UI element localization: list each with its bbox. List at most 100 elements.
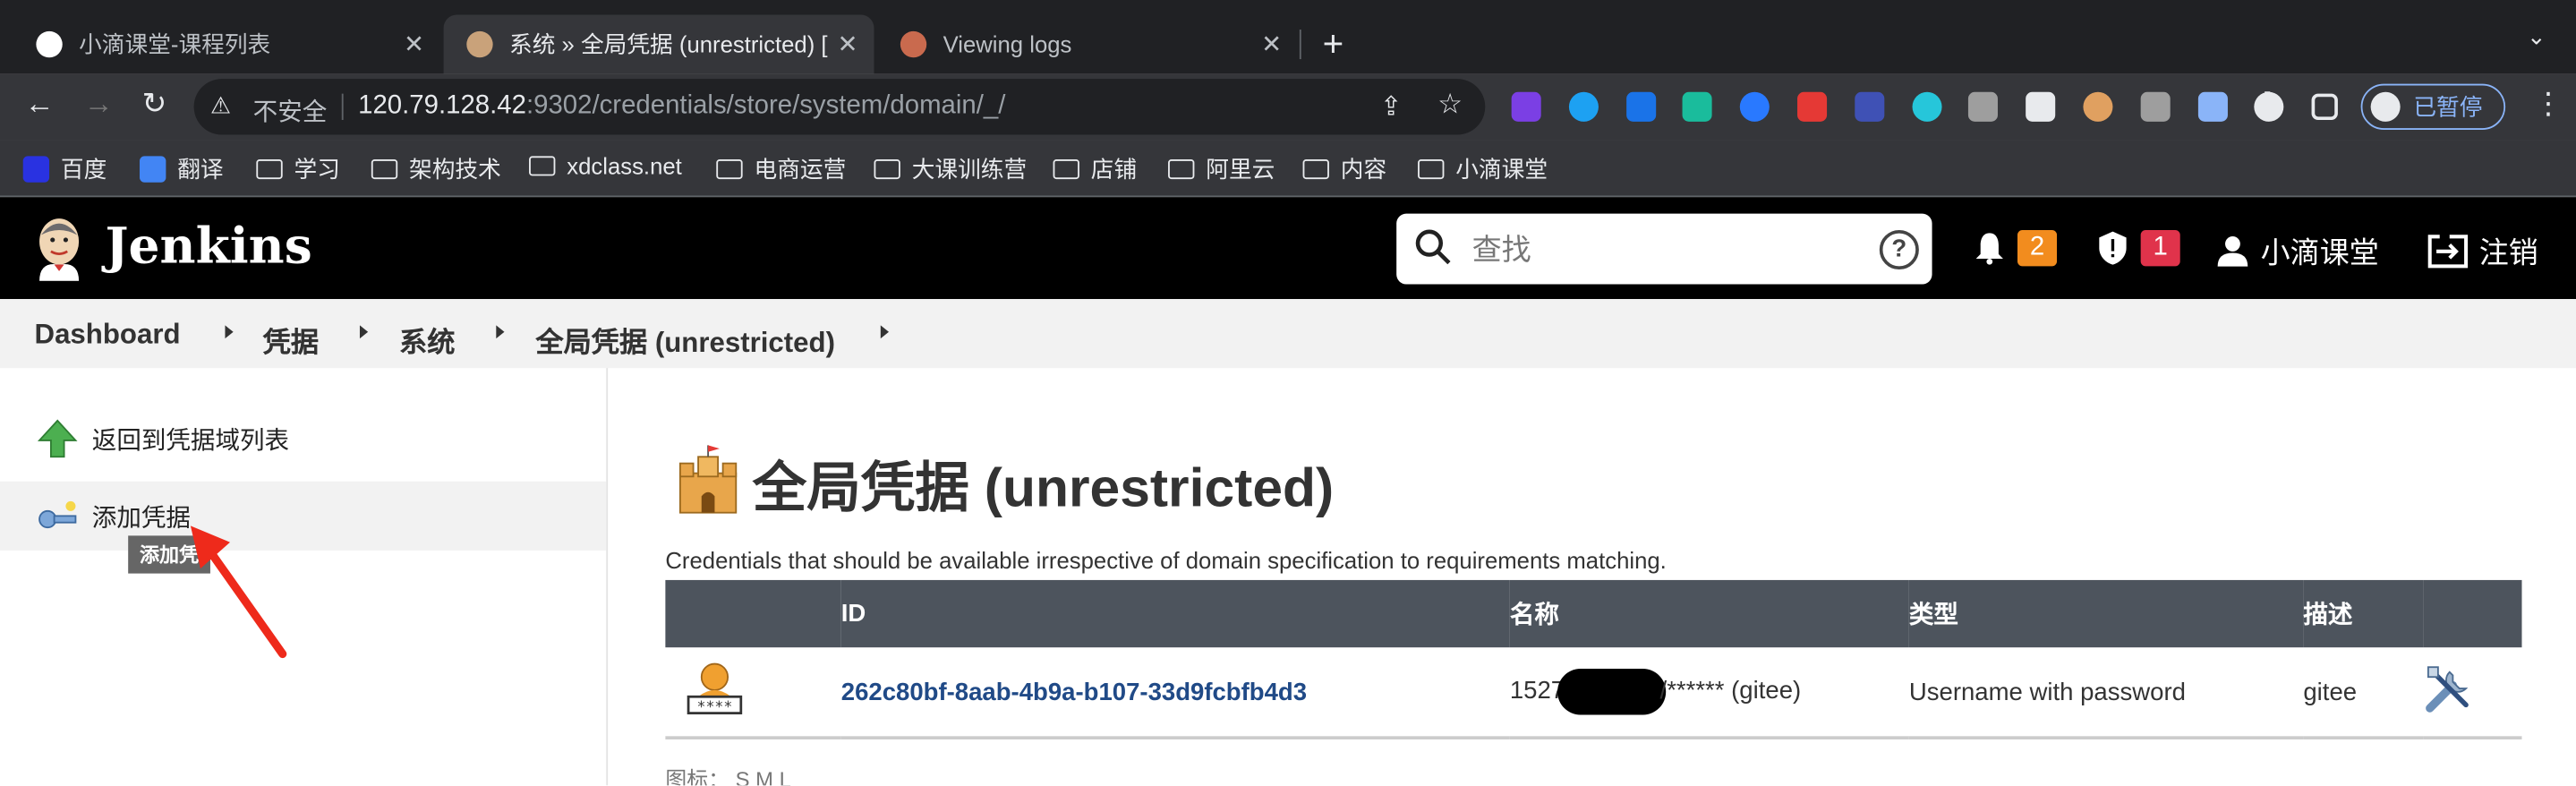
notifications-button[interactable]: 2: [1972, 229, 2058, 267]
browser-menu-icon[interactable]: ⋮: [2533, 87, 2563, 122]
browser-tab-1[interactable]: 系统 » 全局凭据 (unrestricted) [ ✕: [443, 14, 874, 74]
back-arrow-icon[interactable]: ←: [20, 87, 59, 122]
breadcrumb-arrow-icon[interactable]: [225, 325, 234, 339]
new-tab-button[interactable]: +: [1323, 23, 1344, 66]
address-bar[interactable]: ⚠ 不安全 120.79.128.42:9302/credentials/sto…: [193, 79, 1486, 135]
breadcrumb-arrow-icon[interactable]: [880, 325, 890, 339]
bookmark-8[interactable]: 阿里云: [1168, 153, 1275, 186]
credential-id-link[interactable]: 262c80bf-8aab-4b9a-b107-33d9fcbfb4d3: [841, 678, 1307, 705]
avatar-icon: [2370, 91, 2401, 122]
task-add-credentials[interactable]: 添加凭据: [0, 481, 607, 551]
up-arrow-icon: [37, 419, 78, 458]
breadcrumb-global-domain[interactable]: 全局凭据 (unrestricted): [535, 319, 835, 360]
breadcrumb-system[interactable]: 系统: [399, 319, 455, 360]
extension-icon[interactable]: [1740, 91, 1770, 122]
extension-icon[interactable]: [2026, 91, 2056, 122]
extension-icon[interactable]: [2197, 91, 2228, 122]
extension-icon[interactable]: [1625, 91, 1656, 122]
breadcrumb: Dashboard 凭据 系统 全局凭据 (unrestricted): [0, 299, 2576, 369]
search-input[interactable]: [1468, 226, 1854, 273]
tab-title: 系统 » 全局凭据 (unrestricted) [: [509, 30, 828, 58]
column-header-id[interactable]: ID: [840, 579, 1510, 648]
bookmarks-bar: 百度 翻译 学习 架构技术 xdclass.net 电商运营 大课训练营 店铺 …: [0, 140, 2576, 198]
column-header-name[interactable]: 名称: [1509, 579, 1909, 648]
bookmark-10[interactable]: 小滴课堂: [1418, 153, 1548, 186]
bookmark-star-icon[interactable]: ☆: [1437, 89, 1463, 122]
breadcrumb-arrow-icon[interactable]: [496, 325, 505, 339]
task-label: 添加凭据: [91, 503, 191, 532]
column-header-type[interactable]: 类型: [1908, 579, 2304, 648]
bookmark-1[interactable]: 翻译: [140, 153, 224, 186]
user-menu[interactable]: 小滴课堂: [2214, 230, 2379, 273]
jenkins-header: Jenkins ? 2 1 小滴课堂 注销: [0, 197, 2576, 300]
extension-icon[interactable]: [2083, 91, 2113, 122]
translate-icon: [140, 156, 166, 183]
bookmark-2[interactable]: 学习: [256, 153, 340, 186]
user-icon: [2217, 236, 2248, 267]
bookmark-label: 小滴课堂: [1455, 156, 1548, 183]
bookmark-label: 电商运营: [754, 156, 847, 183]
breadcrumb-dashboard[interactable]: Dashboard: [35, 319, 181, 352]
extension-icon[interactable]: [1911, 91, 1941, 122]
url-text[interactable]: 120.79.128.42:9302/credentials/store/sys…: [358, 92, 1005, 122]
task-back-to-domains[interactable]: 返回到凭据域列表: [0, 405, 606, 474]
bookmark-5[interactable]: 电商运营: [716, 153, 846, 186]
extension-icon[interactable]: [1683, 91, 1713, 122]
bookmark-9[interactable]: 内容: [1302, 153, 1387, 186]
extension-icon[interactable]: [2140, 91, 2171, 122]
url-host: 120.79.128.42: [358, 91, 526, 120]
breadcrumb-arrow-icon[interactable]: [359, 325, 369, 339]
reload-icon[interactable]: ↻: [135, 87, 175, 122]
column-header-description[interactable]: 描述: [2303, 579, 2424, 648]
column-header-actions: [2423, 579, 2522, 648]
share-icon[interactable]: ⇪: [1380, 90, 1403, 124]
table-header-row: ID 名称 类型 描述: [665, 579, 2522, 648]
bookmark-label: xdclass.net: [567, 152, 682, 180]
bell-icon: [1975, 233, 2003, 265]
extension-icon[interactable]: [1568, 91, 1599, 122]
security-count-badge: 1: [2140, 229, 2180, 267]
user-name: 小滴课堂: [2260, 236, 2379, 270]
bookmark-7[interactable]: 店铺: [1053, 153, 1138, 186]
castle-icon: [678, 445, 738, 514]
bookmark-label: 内容: [1340, 156, 1387, 183]
forward-arrow-icon[interactable]: →: [79, 87, 118, 122]
logout-button[interactable]: 注销: [2427, 230, 2538, 273]
tab-search-chevron-icon[interactable]: ⌄: [2527, 23, 2546, 51]
side-panel: 返回到凭据域列表 添加凭据: [0, 368, 609, 786]
breadcrumb-credentials[interactable]: 凭据: [263, 319, 319, 360]
credentials-table: ID 名称 类型 描述 **** 262c80bf-8aab-4b9a-b107…: [665, 579, 2522, 739]
tab-title: 小滴课堂-课程列表: [79, 30, 271, 58]
tab-close-icon[interactable]: ✕: [397, 30, 431, 59]
profile-button[interactable]: 已暂停: [2360, 83, 2506, 131]
bookmark-3[interactable]: 架构技术: [371, 153, 501, 186]
tab-close-icon[interactable]: ✕: [1255, 30, 1288, 59]
credential-type-cell: ****: [665, 647, 841, 739]
configure-wrench-screwdriver-icon[interactable]: [2423, 662, 2476, 715]
extension-icon[interactable]: [1854, 91, 1884, 122]
credential-id-cell: 262c80bf-8aab-4b9a-b107-33d9fcbfb4d3: [840, 647, 1510, 739]
credential-name-cell: 1527 /****** (gitee): [1509, 647, 1909, 739]
extension-icon[interactable]: [1797, 91, 1828, 122]
icon-size-legend: 图标： S M L: [665, 767, 791, 786]
baidu-icon: [22, 156, 50, 183]
table-row: **** 262c80bf-8aab-4b9a-b107-33d9fcbfb4d…: [665, 647, 2522, 739]
bookmark-6[interactable]: 大课训练营: [874, 153, 1027, 186]
bookmark-label: 店铺: [1090, 156, 1138, 183]
extensions-puzzle-icon[interactable]: ✚: [2256, 87, 2285, 118]
side-panel-icon[interactable]: [2311, 93, 2338, 120]
tab-separator: [1299, 30, 1301, 60]
tab-favicon-icon: [36, 30, 63, 58]
extension-icon[interactable]: [1511, 91, 1541, 122]
jenkins-butler-logo[interactable]: [33, 215, 86, 281]
help-icon[interactable]: ?: [1879, 229, 1919, 270]
security-button[interactable]: 1: [2094, 229, 2180, 267]
tab-close-icon[interactable]: ✕: [832, 30, 865, 59]
extension-icon[interactable]: [1968, 91, 1999, 122]
credential-actions-cell: [2423, 647, 2522, 739]
jenkins-brand[interactable]: Jenkins: [105, 218, 311, 276]
browser-tab-0[interactable]: 小滴课堂-课程列表 ✕: [13, 15, 440, 74]
bookmark-0[interactable]: 百度: [22, 153, 107, 186]
bookmark-4[interactable]: xdclass.net: [529, 153, 682, 179]
browser-tab-2[interactable]: Viewing logs ✕: [877, 15, 1298, 74]
